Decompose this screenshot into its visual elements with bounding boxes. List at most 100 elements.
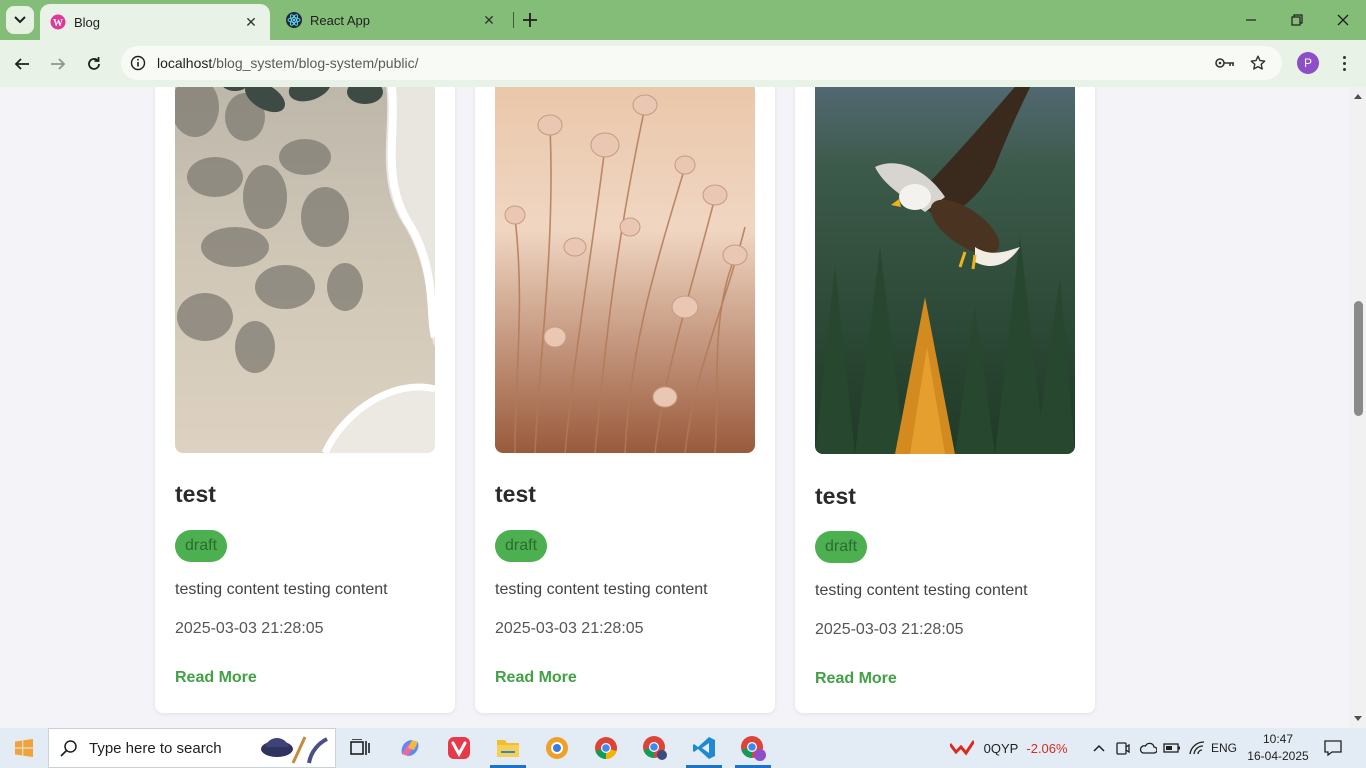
dry-grass-flowers-image — [495, 87, 755, 453]
url-host: localhost — [157, 55, 213, 71]
scrollbar-thumb[interactable] — [1354, 301, 1363, 416]
browser-menu-icon[interactable] — [1334, 50, 1354, 76]
back-button[interactable] — [8, 50, 36, 78]
taskbar-search[interactable]: Type here to search — [48, 728, 336, 768]
chromium-icon — [546, 737, 568, 759]
folder-icon — [497, 740, 519, 757]
post-date: 2025-03-03 21:28:05 — [175, 620, 324, 637]
clock[interactable]: 10:47 16-04-2025 — [1246, 731, 1310, 765]
profile-avatar[interactable]: P — [1297, 52, 1319, 74]
search-placeholder: Type here to search — [89, 739, 222, 757]
address-bar[interactable]: localhost/blog_system/blog-system/public… — [121, 46, 1282, 80]
search-highlight-icon — [261, 736, 328, 764]
search-icon — [49, 739, 89, 757]
vscode-app[interactable] — [680, 728, 728, 768]
arrow-left-icon — [14, 58, 29, 70]
start-button[interactable] — [0, 728, 48, 768]
status-badge: draft — [495, 530, 548, 562]
onedrive-cloud-icon[interactable] — [1137, 728, 1159, 768]
stock-ticker[interactable]: 0QYP — [981, 728, 1021, 768]
chevron-down-icon — [14, 16, 26, 24]
password-key-icon[interactable] — [1215, 53, 1235, 73]
clock-time: 10:47 — [1262, 732, 1294, 746]
status-badge: draft — [815, 531, 868, 563]
arrow-right-icon — [51, 58, 66, 70]
post-excerpt: testing content testing content — [815, 582, 1028, 599]
reload-icon — [88, 57, 100, 70]
new-tab-button[interactable] — [520, 10, 540, 30]
chrome-profile-icon — [741, 736, 766, 761]
beach-shadow-image — [175, 87, 435, 453]
tab-title: React App — [310, 12, 370, 28]
page-scrollbar[interactable] — [1350, 87, 1366, 728]
post-title[interactable]: test — [815, 483, 856, 510]
svg-text:W: W — [53, 18, 63, 29]
site-info-icon[interactable] — [128, 53, 148, 73]
language-indicator[interactable]: ENG — [1210, 728, 1238, 768]
reload-button[interactable] — [80, 50, 108, 78]
read-more-link[interactable]: Read More — [495, 669, 577, 687]
close-icon — [1337, 14, 1349, 26]
flying-eagle-image — [815, 87, 1075, 454]
post-card: test draft testing content testing conte… — [155, 87, 455, 713]
minimize-button[interactable] — [1228, 0, 1274, 40]
url-text[interactable]: localhost/blog_system/blog-system/public… — [157, 55, 418, 71]
status-badge: draft — [175, 530, 228, 562]
vivaldi-app[interactable] — [435, 728, 483, 768]
vivaldi-icon — [448, 737, 470, 759]
post-excerpt: testing content testing content — [495, 581, 708, 598]
close-window-button[interactable] — [1320, 0, 1366, 40]
stock-widget-icon[interactable] — [948, 728, 976, 768]
copilot-icon — [401, 740, 419, 756]
restore-button[interactable] — [1274, 0, 1320, 40]
minimize-icon — [1246, 19, 1256, 21]
windows-logo-icon — [15, 739, 33, 757]
task-view-icon — [350, 739, 370, 755]
tab-react-app[interactable]: React App ✕ — [276, 0, 508, 40]
copilot-app[interactable] — [386, 728, 434, 768]
scroll-down-icon[interactable] — [1350, 712, 1366, 726]
close-icon[interactable]: ✕ — [242, 13, 260, 31]
browser-toolbar: localhost/blog_system/blog-system/public… — [0, 40, 1366, 87]
taskbar: Type here to search 0QYP -2.06% ENG 10:4… — [0, 728, 1366, 768]
chrome-profile-app[interactable] — [631, 728, 679, 768]
post-card: test draft testing content testing conte… — [795, 87, 1095, 713]
chrome-active-app[interactable] — [729, 728, 777, 768]
chrome-app[interactable] — [582, 728, 630, 768]
task-view-button[interactable] — [336, 728, 384, 768]
scroll-up-icon[interactable] — [1350, 89, 1366, 103]
chrome-profile-icon — [643, 736, 667, 760]
notifications-icon[interactable] — [1320, 728, 1346, 768]
post-date: 2025-03-03 21:28:05 — [495, 620, 644, 637]
clock-date: 16-04-2025 — [1247, 749, 1309, 763]
vscode-icon — [693, 737, 715, 759]
chevron-up-icon[interactable] — [1088, 728, 1110, 768]
close-icon[interactable]: ✕ — [480, 11, 498, 29]
forward-button[interactable] — [44, 50, 72, 78]
page-content: test draft testing content testing conte… — [0, 87, 1350, 728]
meet-icon[interactable] — [1113, 728, 1133, 768]
file-explorer-app[interactable] — [484, 728, 532, 768]
post-date: 2025-03-03 21:28:05 — [815, 621, 964, 638]
post-excerpt: testing content testing content — [175, 581, 388, 598]
react-icon — [286, 12, 302, 28]
stock-change[interactable]: -2.06% — [1024, 728, 1070, 768]
read-more-link[interactable]: Read More — [815, 670, 897, 688]
tab-search-button[interactable] — [6, 6, 34, 34]
restore-icon — [1291, 14, 1303, 26]
post-title[interactable]: test — [175, 481, 216, 508]
bookmark-star-icon[interactable] — [1248, 53, 1268, 73]
tab-title: Blog — [74, 14, 101, 30]
post-card: test draft testing content testing conte… — [475, 87, 775, 713]
chromium-app[interactable] — [533, 728, 581, 768]
read-more-link[interactable]: Read More — [175, 669, 257, 687]
post-title[interactable]: test — [495, 481, 536, 508]
tab-blog[interactable]: W Blog ✕ — [40, 4, 270, 40]
tab-strip: W Blog ✕ React App ✕ — [0, 0, 1366, 40]
tab-divider — [513, 12, 514, 28]
wordpress-icon: W — [50, 14, 66, 30]
plus-icon — [523, 13, 537, 27]
wifi-icon[interactable] — [1186, 728, 1208, 768]
battery-icon[interactable] — [1161, 728, 1183, 768]
chrome-icon — [595, 737, 617, 759]
